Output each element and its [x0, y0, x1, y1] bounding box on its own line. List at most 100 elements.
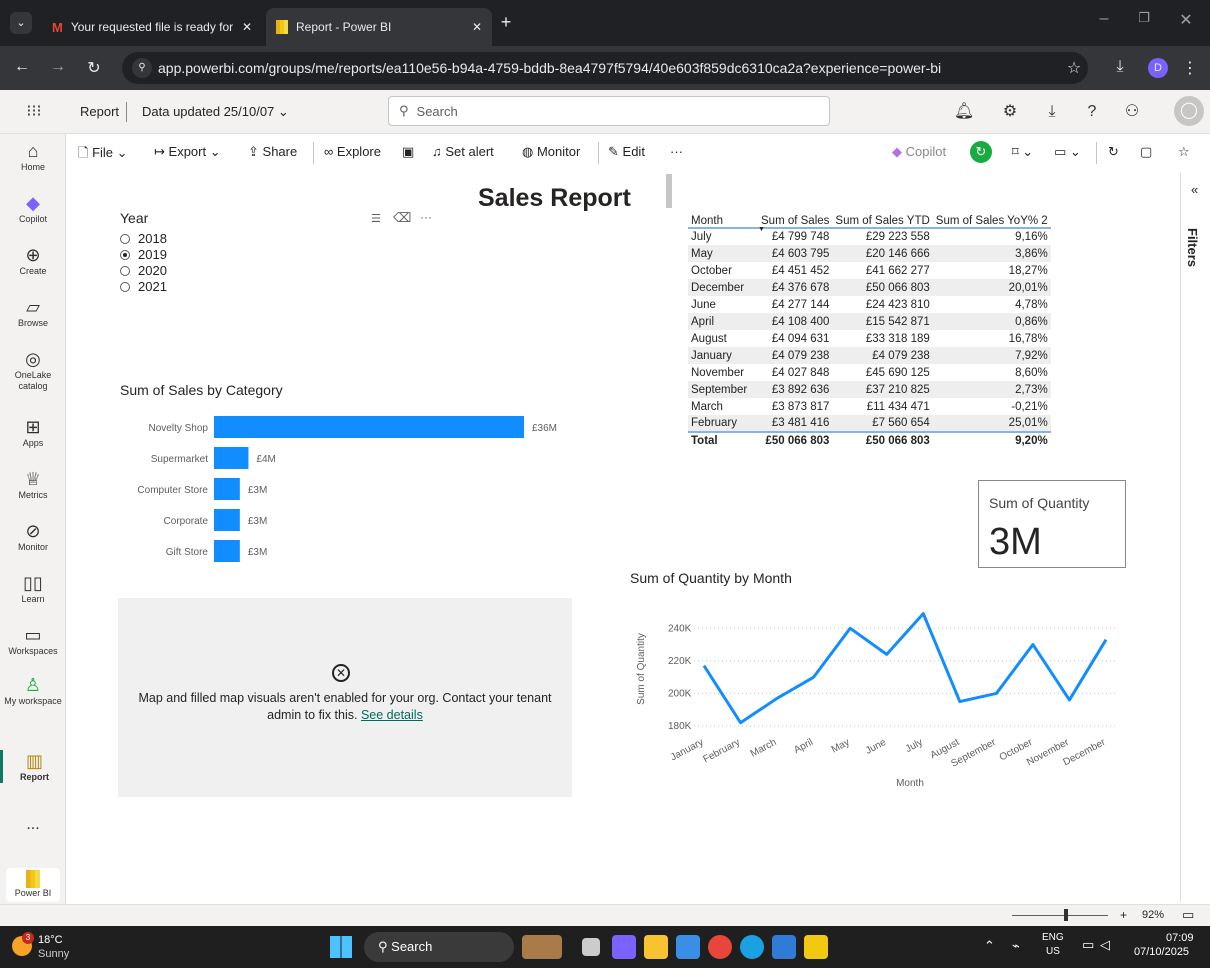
refresh-icon[interactable]: ↻ [1108, 144, 1119, 160]
task-view-icon[interactable] [582, 938, 600, 956]
table-row[interactable]: January £4 079 238 £4 079 238 7,92% [688, 347, 1051, 364]
nav-item-workspaces[interactable]: ▭ Workspaces [0, 624, 66, 657]
col-sum-of-sales[interactable]: Sum of Sales [758, 206, 832, 228]
weather-widget[interactable]: 3 18°C Sunny [12, 932, 132, 962]
col-month[interactable]: Month [688, 206, 758, 228]
col-sales-yoy[interactable]: Sum of Sales YoY% 2 [933, 206, 1051, 228]
radio-button[interactable] [120, 266, 130, 276]
bar-computer-store[interactable] [214, 478, 240, 500]
slicer-more-icon[interactable]: ··· [420, 210, 432, 224]
tab-powerbi[interactable]: Report - Power BI ✕ [266, 8, 492, 46]
windows-start-icon[interactable] [330, 936, 352, 958]
more-options-button[interactable]: ··· [670, 144, 683, 159]
close-window-icon[interactable]: ✕ [1176, 10, 1196, 30]
widgets-app-icon[interactable] [522, 935, 562, 959]
close-icon[interactable]: ✕ [242, 20, 252, 34]
table-row[interactable]: September £3 892 636 £37 210 825 2,73% [688, 381, 1051, 398]
tray-network-icon[interactable]: ⌁ [1012, 938, 1020, 954]
share-button[interactable]: ⇪ Share [248, 144, 297, 160]
table-row[interactable]: June £4 277 144 £24 423 810 4,78% [688, 296, 1051, 313]
table-row[interactable]: August £4 094 631 £33 318 189 16,78% [688, 330, 1051, 347]
bar-corporate[interactable] [214, 509, 240, 531]
nav-item-browse[interactable]: ▱ Browse [0, 296, 66, 329]
table-row[interactable]: December £4 376 678 £50 066 803 20,01% [688, 279, 1051, 296]
chrome-icon[interactable] [708, 935, 732, 959]
set-alert-button[interactable]: ♫ Set alert [432, 144, 494, 159]
edit-button[interactable]: ✎ Edit [608, 144, 645, 160]
tray-display-icon[interactable]: ▭ [1082, 937, 1094, 953]
table-row[interactable]: May £4 603 795 £20 146 666 3,86% [688, 245, 1051, 262]
subscribe-button[interactable]: ▣ [402, 144, 414, 160]
zoom-slider-thumb[interactable] [1064, 909, 1068, 921]
app-launcher-icon[interactable]: ⁝⁝⁝ [22, 100, 46, 124]
reset-icon[interactable]: ↻ [970, 141, 992, 163]
slicer-filter-icon[interactable]: ☰ [371, 212, 381, 225]
url-bar[interactable]: ⚲ app.powerbi.com/groups/me/reports/ea11… [122, 52, 1088, 84]
filters-pane[interactable]: « Filters [1180, 172, 1210, 902]
profile-avatar[interactable]: D [1148, 58, 1168, 78]
feedback-people-icon[interactable]: ⚇ [1120, 100, 1144, 124]
collapse-chevron-icon[interactable]: « [1191, 182, 1198, 197]
table-row[interactable]: April £4 108 400 £15 542 871 0,86% [688, 313, 1051, 330]
slicer-option-2020[interactable]: 2020 [120, 263, 440, 279]
export-menu[interactable]: ↦ Export ⌄ [154, 144, 221, 160]
quantity-series-line[interactable] [702, 612, 1108, 725]
minimize-icon[interactable]: – [1094, 10, 1114, 28]
radio-button[interactable] [120, 234, 130, 244]
tab-search-icon[interactable]: ⌄ [10, 12, 32, 34]
nav-item-metrics[interactable]: ♕ Metrics [0, 468, 66, 501]
help-icon[interactable]: ? [1080, 100, 1104, 124]
powerbi-switcher[interactable]: Power BI [6, 868, 60, 902]
table-row[interactable]: February £3 481 416 £7 560 654 25,01% [688, 415, 1051, 432]
back-icon[interactable]: ← [12, 58, 32, 76]
slicer-option-2018[interactable]: 2018 [120, 231, 440, 247]
taskbar-search[interactable]: ⚲ Search [364, 932, 514, 962]
col-sales-ytd[interactable]: Sum of Sales YTD [832, 206, 932, 228]
radio-button[interactable] [120, 250, 130, 260]
nav-item-learn[interactable]: ▯▯ Learn [0, 572, 66, 605]
tray-volume-icon[interactable]: ◁ [1100, 937, 1110, 953]
settings-gear-icon[interactable]: ⚙ [998, 100, 1022, 124]
table-row[interactable]: October £4 451 452 £41 662 277 18,27% [688, 262, 1051, 279]
slicer-option-2021[interactable]: 2021 [120, 279, 440, 295]
view-icon[interactable]: ▭ ⌄ [1054, 144, 1081, 160]
tab-gmail[interactable]: M Your requested file is ready for ✕ [42, 8, 262, 46]
restore-icon[interactable]: ❐ [1134, 10, 1154, 26]
nav-item-create[interactable]: ⊕ Create [0, 244, 66, 277]
nav-item-home[interactable]: ⌂ Home [0, 140, 66, 173]
bookmark-icon[interactable]: ⌑ ⌄ [1012, 144, 1033, 160]
close-icon[interactable]: ✕ [472, 20, 482, 34]
slicer-option-2019[interactable]: 2019 [120, 247, 440, 263]
radio-button[interactable] [120, 282, 130, 292]
comment-icon[interactable]: ▢ [1140, 144, 1152, 160]
copilot-app-icon[interactable] [612, 935, 636, 959]
site-info-icon[interactable]: ⚲ [132, 58, 152, 78]
store-icon[interactable] [676, 935, 700, 959]
tray-chevron-icon[interactable]: ⌃ [984, 938, 995, 954]
new-tab-icon[interactable]: + [496, 12, 516, 33]
language-line2[interactable]: US [1046, 946, 1060, 957]
slicer-eraser-icon[interactable]: ⌫ [393, 210, 411, 226]
forward-icon[interactable]: → [48, 58, 68, 76]
notifications-icon[interactable]: 🔔︎ [952, 100, 976, 124]
clock-date[interactable]: 07/10/2025 [1134, 946, 1189, 958]
download-icon[interactable]: ⤓ [1110, 58, 1130, 76]
nav-item-apps[interactable]: ⊞ Apps [0, 416, 66, 449]
zoom-in-icon[interactable]: + [1120, 908, 1127, 922]
copilot-button[interactable]: ◆ Copilot [892, 144, 946, 160]
nav-item-monitor[interactable]: ⊘ Monitor [0, 520, 66, 553]
zoom-slider[interactable] [1012, 915, 1108, 916]
explore-button[interactable]: ∞ Explore [324, 144, 381, 159]
table-row[interactable]: July £4 799 748 £29 223 558 9,16% [688, 228, 1051, 245]
see-details-link[interactable]: See details [361, 708, 423, 722]
clock-time[interactable]: 07:09 [1166, 932, 1194, 944]
file-menu[interactable]: 🗋︎ File ⌄ [78, 144, 128, 166]
search-input[interactable]: ⚲ Search [388, 96, 830, 126]
bar-supermarket[interactable] [214, 447, 249, 469]
bar-gift-store[interactable] [214, 540, 240, 562]
file-explorer-icon[interactable] [644, 935, 668, 959]
table-row[interactable]: March £3 873 817 £11 434 471 -0,21% [688, 398, 1051, 415]
nav-item-copilot[interactable]: ◆ Copilot [0, 192, 66, 225]
powerbi-taskbar-icon[interactable] [804, 935, 828, 959]
data-updated-dropdown[interactable]: Data updated 25/10/07 ⌄ [142, 104, 289, 120]
